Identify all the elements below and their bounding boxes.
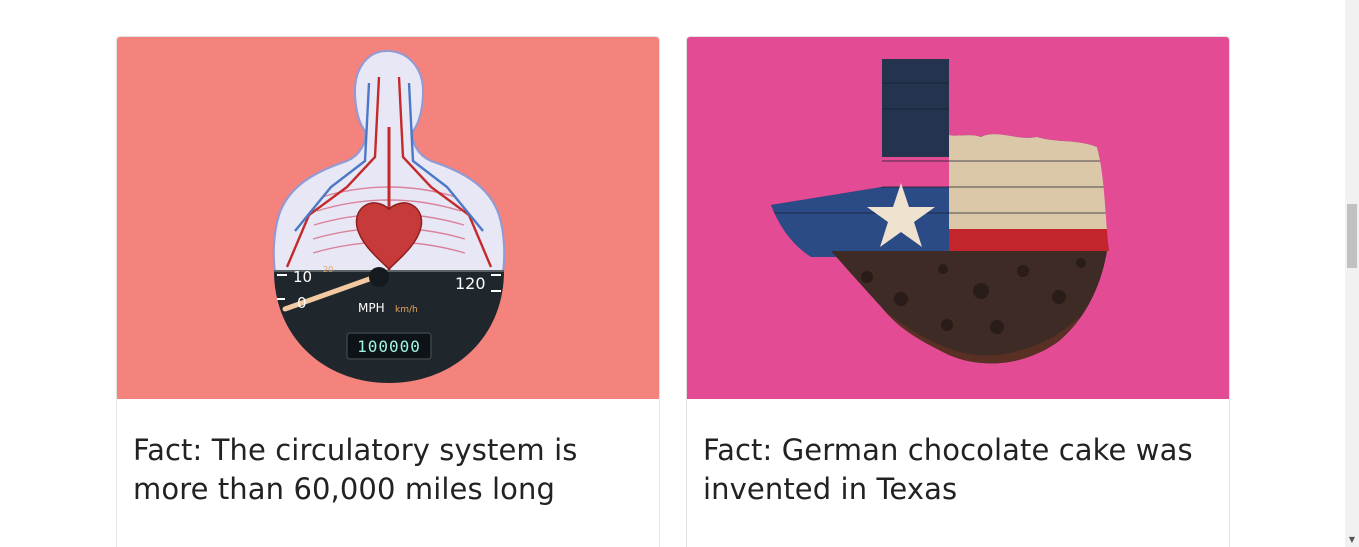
gauge-label-mph: MPH <box>358 301 385 315</box>
gauge-tick-0: 0 <box>297 294 307 312</box>
card-image-circulatory[interactable]: 10 0 20 120 MPH km/h 100000 <box>117 37 659 399</box>
gauge-tick-20: 20 <box>323 265 333 274</box>
gauge-tick-120: 120 <box>455 274 486 293</box>
card-title[interactable]: Fact: The circulatory system is more tha… <box>133 431 643 509</box>
vertical-scrollbar[interactable]: ▼ <box>1345 0 1359 547</box>
gauge-odometer: 100000 <box>357 337 421 356</box>
texas-flag-cake-icon <box>771 59 1109 364</box>
card-body: Fact: The circulatory system is more tha… <box>117 399 659 509</box>
article-card-german-chocolate-cake[interactable]: Fact: German chocolate cake was invented… <box>686 36 1230 547</box>
scroll-down-arrow-icon[interactable]: ▼ <box>1347 535 1357 545</box>
card-body: Fact: German chocolate cake was invented… <box>687 399 1229 509</box>
scrollbar-thumb[interactable] <box>1347 204 1357 268</box>
card-image-texas-cake[interactable] <box>687 37 1229 399</box>
page: 10 0 20 120 MPH km/h 100000 Fact: The ci… <box>0 0 1359 547</box>
gauge-label-kmh: km/h <box>395 305 418 315</box>
card-title[interactable]: Fact: German chocolate cake was invented… <box>703 431 1213 509</box>
gauge-tick-10: 10 <box>293 268 312 286</box>
article-card-circulatory[interactable]: 10 0 20 120 MPH km/h 100000 Fact: The ci… <box>116 36 660 547</box>
circulatory-speedometer-icon: 10 0 20 120 MPH km/h 100000 <box>272 49 506 383</box>
